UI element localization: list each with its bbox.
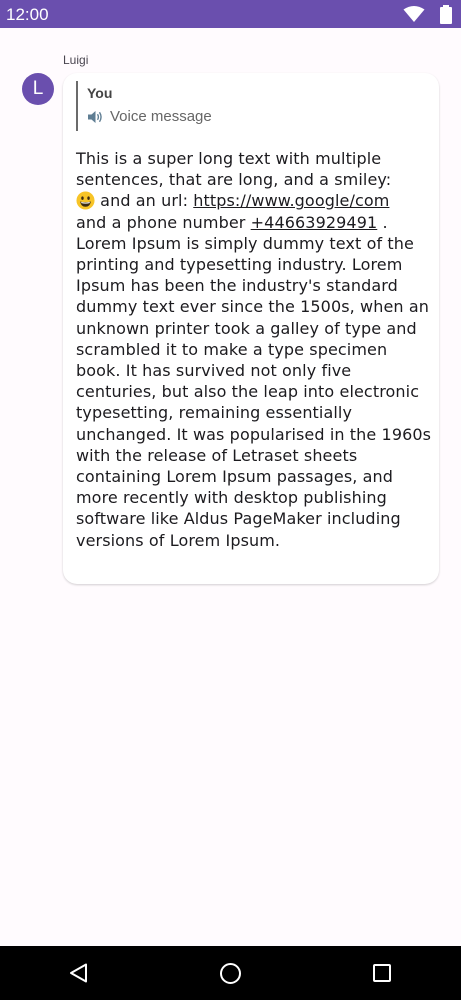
navigation-bar <box>0 946 461 1000</box>
message-text-body: . Lorem Ipsum is simply dummy text of th… <box>76 212 432 550</box>
reply-preview: Voice message <box>87 108 212 125</box>
phone-link[interactable]: +44663929491 <box>251 213 378 232</box>
reply-quote[interactable]: You Voice message <box>76 81 212 131</box>
status-bar: 12:00 <box>0 0 461 28</box>
avatar[interactable]: L <box>22 73 54 105</box>
avatar-initial: L <box>32 78 44 99</box>
message-text-phone-intro: and a phone number <box>76 212 251 232</box>
back-icon[interactable] <box>68 962 90 984</box>
home-icon[interactable] <box>219 962 242 985</box>
message-text: This is a super long text with multiple … <box>76 148 432 551</box>
wifi-icon <box>403 6 425 22</box>
reply-author: You <box>87 85 113 101</box>
message-text-intro: This is a super long text with multiple … <box>76 149 392 190</box>
message-bubble[interactable]: You Voice message This is a super long t… <box>63 73 439 584</box>
message-text-url-intro: and an url: <box>95 191 194 211</box>
sender-name: Luigi <box>63 53 89 67</box>
speaker-icon <box>88 110 102 123</box>
recents-icon[interactable] <box>372 963 392 983</box>
reply-preview-text: Voice message <box>110 108 212 125</box>
status-time: 12:00 <box>6 5 49 24</box>
battery-icon <box>440 5 452 24</box>
grinning-face-emoji <box>76 191 95 210</box>
url-link[interactable]: https://www.google/com <box>193 191 389 210</box>
